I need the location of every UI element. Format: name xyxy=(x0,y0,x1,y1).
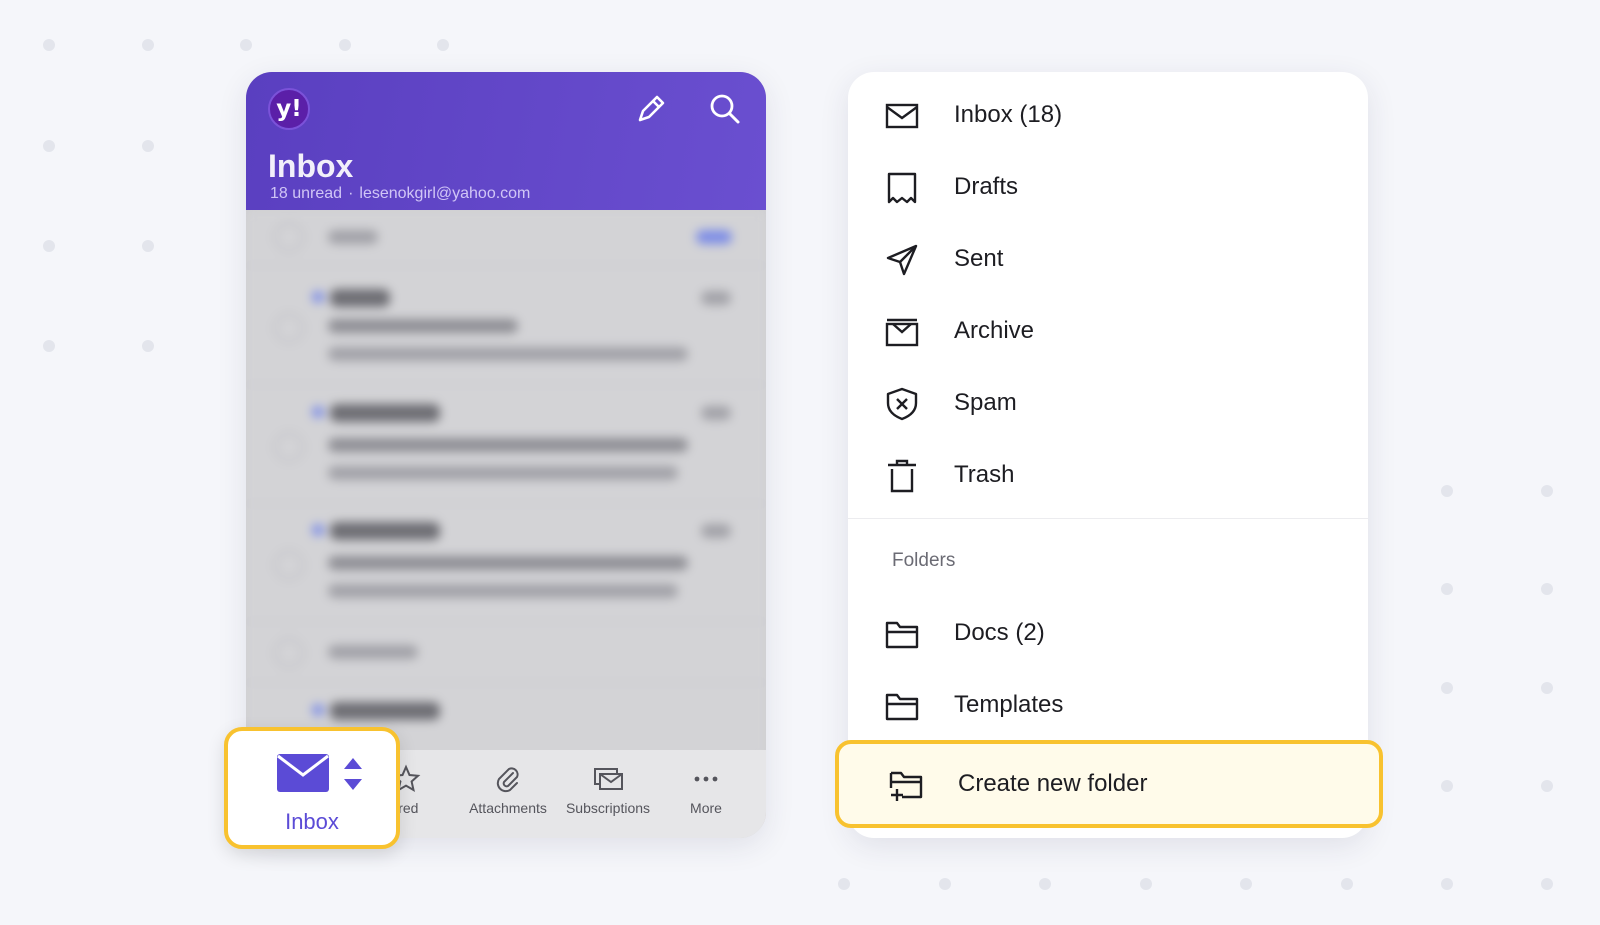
list-toolbar xyxy=(246,210,766,266)
inbox-switcher-button[interactable]: Inbox xyxy=(224,727,400,849)
account-summary: 18 unread · lesenokgirl@yahoo.com xyxy=(270,185,531,202)
page-title: Inbox xyxy=(268,148,354,184)
menu-divider xyxy=(848,518,1368,519)
create-new-folder-button[interactable]: Create new folder xyxy=(835,740,1383,828)
list-section xyxy=(246,623,766,683)
paperclip-icon xyxy=(496,767,519,793)
tab-attachments[interactable]: Attachments xyxy=(456,764,560,816)
trash-icon xyxy=(888,459,916,493)
mail-list-blurred xyxy=(246,210,766,764)
send-icon xyxy=(886,244,918,276)
inbox-switcher-label: Inbox xyxy=(285,809,339,834)
phone-mail-app: y! Inbox 18 unread · lesenokgirl@yahoo.com… xyxy=(246,72,766,838)
folder-menu: Inbox (18) Drafts Sent Archive Spam Tras… xyxy=(848,72,1368,838)
phone-header: y! Inbox 18 unread · lesenokgirl@yahoo.com xyxy=(246,72,766,210)
search-icon[interactable] xyxy=(706,90,744,128)
archive-icon xyxy=(885,318,919,347)
menu-item-archive[interactable]: Archive xyxy=(848,300,1368,364)
more-dots-icon xyxy=(694,776,718,782)
compose-icon[interactable] xyxy=(632,90,670,128)
envelope-icon xyxy=(277,754,329,792)
folder-icon xyxy=(885,693,919,721)
yahoo-logo: y! xyxy=(268,88,310,130)
folder-plus-icon xyxy=(889,771,923,801)
list-item[interactable] xyxy=(246,386,766,504)
drafts-icon xyxy=(887,172,917,204)
folder-item-docs[interactable]: Docs (2) xyxy=(848,602,1368,666)
folders-heading: Folders xyxy=(892,550,956,571)
tab-subscriptions[interactable]: Subscriptions xyxy=(556,764,660,816)
tab-more[interactable]: More xyxy=(656,764,756,816)
list-item[interactable] xyxy=(246,504,766,622)
envelope-icon xyxy=(885,103,919,129)
unread-count: 18 unread xyxy=(270,185,343,202)
menu-item-drafts[interactable]: Drafts xyxy=(848,156,1368,220)
folder-item-templates[interactable]: Templates xyxy=(848,674,1368,738)
list-item[interactable] xyxy=(246,267,766,385)
menu-item-sent[interactable]: Sent xyxy=(848,228,1368,292)
menu-item-spam[interactable]: Spam xyxy=(848,372,1368,436)
account-email: lesenokgirl@yahoo.com xyxy=(359,185,531,202)
menu-item-inbox[interactable]: Inbox (18) xyxy=(848,84,1368,148)
folder-icon xyxy=(885,621,919,649)
sort-arrows-icon xyxy=(344,758,362,790)
menu-item-trash[interactable]: Trash xyxy=(848,444,1368,508)
subscriptions-icon xyxy=(594,768,623,790)
shield-x-icon xyxy=(886,387,918,421)
